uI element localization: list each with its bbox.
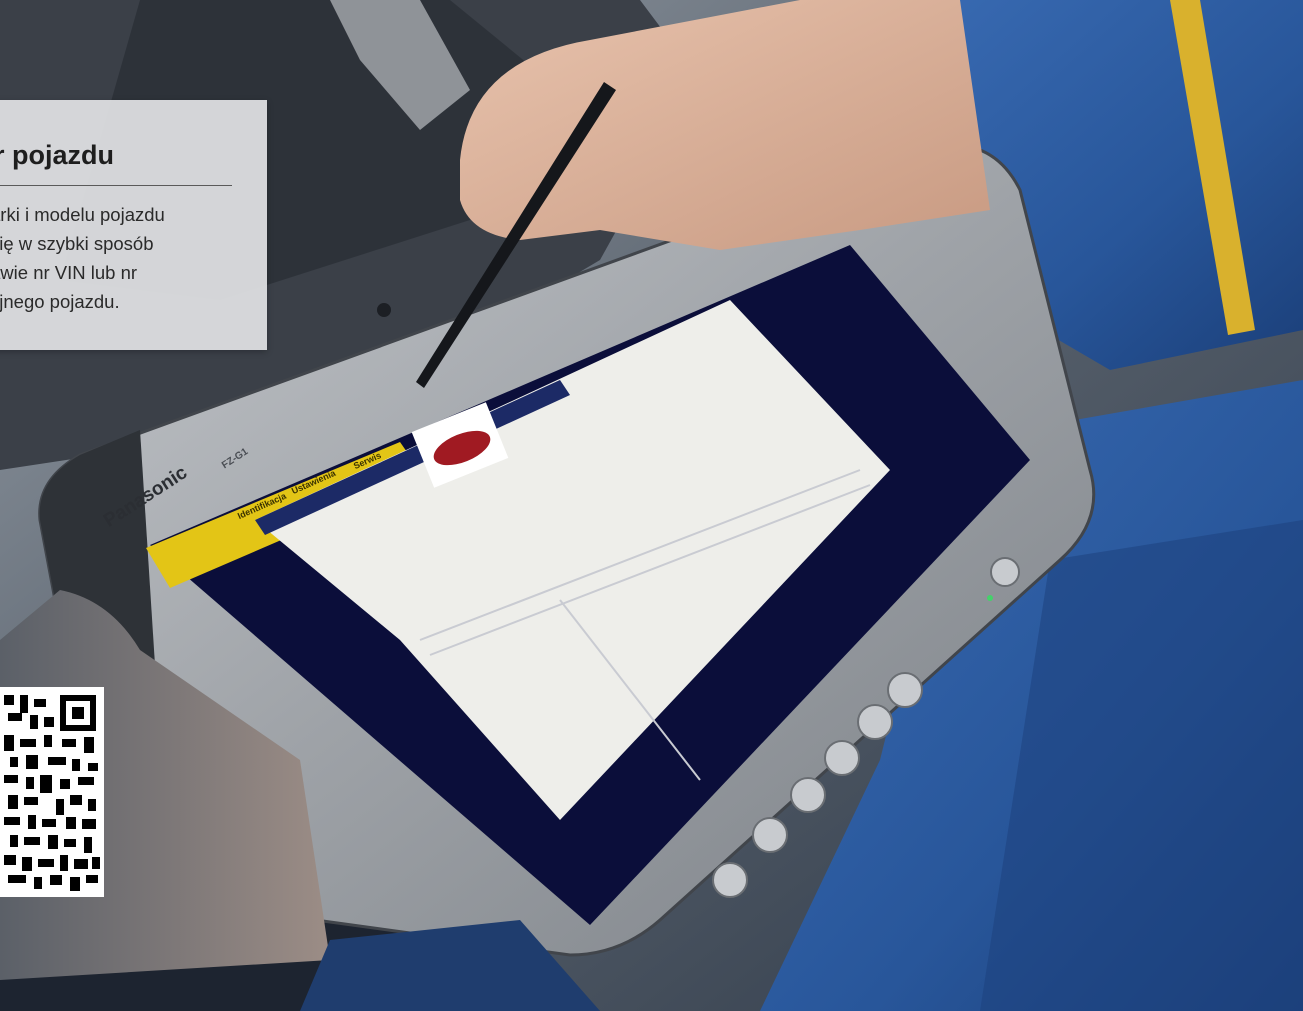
camera-lens xyxy=(377,303,391,317)
info-panel-divider xyxy=(0,185,232,186)
tablet-button-6[interactable] xyxy=(712,862,748,898)
tablet-button-5[interactable] xyxy=(752,817,788,853)
tablet-button-1[interactable] xyxy=(887,672,923,708)
tablet-button-2[interactable] xyxy=(857,704,893,740)
info-panel-line: się w szybki sposób xyxy=(0,233,154,254)
status-led xyxy=(987,595,993,601)
info-panel-line: arki i modelu pojazdu xyxy=(0,204,165,225)
info-panel-line: yjnego pojazdu. xyxy=(0,291,120,312)
qr-code-icon xyxy=(0,687,104,897)
info-panel-line: awie nr VIN lub nr xyxy=(0,262,138,283)
info-panel: r pojazdu arki i modelu pojazdu się w sz… xyxy=(0,100,267,350)
power-icon[interactable] xyxy=(990,557,1020,587)
tablet-button-4[interactable] xyxy=(790,777,826,813)
info-panel-title: r pojazdu xyxy=(0,140,114,170)
info-panel-text: arki i modelu pojazdu się w szybki sposó… xyxy=(0,200,260,316)
tablet-button-3[interactable] xyxy=(824,740,860,776)
